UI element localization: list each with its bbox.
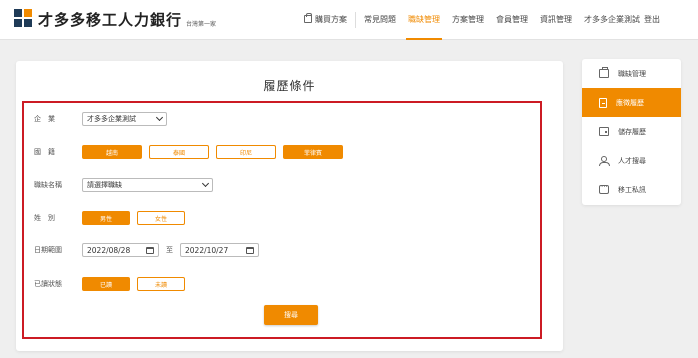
brand-tagline: 台灣第一家: [186, 21, 217, 28]
nav-divider: [355, 12, 356, 28]
nationality-row: 國 籍 越南 泰國 印尼 菲律賓: [34, 145, 343, 159]
company-row: 企 業 才多多企業測試: [34, 112, 167, 126]
side-item-label: 應徵履歷: [616, 98, 644, 107]
read-status-option-unread[interactable]: 未讀: [137, 277, 185, 291]
side-item-applications[interactable]: 應徵履歷: [582, 88, 681, 117]
job-placeholder: 請選擇職缺: [87, 181, 122, 189]
nationality-option-thailand[interactable]: 泰國: [149, 145, 209, 159]
nationality-option-vietnam[interactable]: 越南: [82, 145, 142, 159]
company-label: 企 業: [34, 115, 55, 123]
side-item-label: 人才搜尋: [618, 156, 646, 165]
search-button[interactable]: 搜尋: [264, 305, 318, 325]
page-title: 履歷條件: [263, 79, 316, 93]
side-item-talent-search[interactable]: 人才搜尋: [582, 146, 681, 175]
brand-name[interactable]: 才多多移工人力銀行: [38, 9, 182, 30]
company-select[interactable]: 才多多企業測試: [82, 112, 167, 126]
nav-job-management[interactable]: 職缺管理: [402, 0, 446, 40]
nav-buy-plan[interactable]: 購買方案: [298, 0, 353, 40]
date-range-label: 日期範圍: [34, 246, 62, 254]
side-item-label: 職缺管理: [618, 69, 646, 78]
start-date-value: 2022/08/28: [87, 245, 131, 255]
gender-option-female[interactable]: 女性: [137, 211, 185, 225]
side-menu: 職缺管理 應徵履歷 儲存履歷 人才搜尋 移工私訊: [582, 59, 681, 205]
resume-filter-card: 履歷條件 企 業 才多多企業測試 國 籍 越南 泰國 印尼 菲律賓 職缺名稱 請…: [16, 61, 563, 351]
nav-account-name[interactable]: 才多多企業測試: [578, 0, 642, 40]
nationality-option-indonesia[interactable]: 印尼: [216, 145, 276, 159]
job-row: 職缺名稱 請選擇職缺: [34, 178, 213, 192]
main-nav: 購買方案 常見問題 職缺管理 方案管理 會員管理 資訊管理 才多多企業測試 登出: [298, 0, 666, 40]
nav-logout[interactable]: 登出: [642, 0, 666, 40]
read-status-row: 已讀狀態 已讀 未讀: [34, 277, 185, 291]
calendar-icon[interactable]: [246, 246, 254, 254]
wallet-icon: [599, 127, 609, 136]
job-select[interactable]: 請選擇職缺: [82, 178, 213, 192]
side-item-saved-resumes[interactable]: 儲存履歷: [582, 117, 681, 146]
shopping-bag-icon: [304, 13, 312, 23]
nav-faq[interactable]: 常見問題: [358, 0, 402, 40]
nav-plan-management[interactable]: 方案管理: [446, 0, 490, 40]
side-item-label: 移工私訊: [618, 185, 646, 194]
date-range-row: 日期範圍 2022/08/28 至 2022/10/27: [34, 243, 259, 257]
gender-label: 姓 別: [34, 214, 55, 222]
logo-icon[interactable]: [14, 9, 32, 27]
filter-form-highlight: 企 業 才多多企業測試 國 籍 越南 泰國 印尼 菲律賓 職缺名稱 請選擇職缺 …: [22, 101, 542, 339]
chevron-down-icon: [155, 113, 164, 122]
nav-member-management[interactable]: 會員管理: [490, 0, 534, 40]
job-label: 職缺名稱: [34, 181, 62, 189]
side-item-messages[interactable]: 移工私訊: [582, 175, 681, 204]
read-status-label: 已讀狀態: [34, 280, 62, 288]
gender-row: 姓 別 男性 女性: [34, 211, 185, 225]
start-date-field[interactable]: 2022/08/28: [82, 243, 159, 257]
date-range-separator: 至: [166, 246, 173, 254]
top-header: 才多多移工人力銀行 台灣第一家 購買方案 常見問題 職缺管理 方案管理 會員管理…: [0, 0, 698, 40]
briefcase-icon: [599, 67, 609, 78]
document-icon: [599, 97, 607, 108]
read-status-option-read[interactable]: 已讀: [82, 277, 130, 291]
nationality-label: 國 籍: [34, 148, 55, 156]
chevron-down-icon: [201, 179, 210, 188]
nav-info-management[interactable]: 資訊管理: [534, 0, 578, 40]
calendar-icon[interactable]: [146, 246, 154, 254]
end-date-field[interactable]: 2022/10/27: [180, 243, 259, 257]
nationality-option-philippines[interactable]: 菲律賓: [283, 145, 343, 159]
side-item-label: 儲存履歷: [618, 127, 646, 136]
end-date-value: 2022/10/27: [185, 245, 229, 255]
chat-icon: [599, 183, 609, 194]
people-search-icon: [599, 156, 610, 166]
gender-option-male[interactable]: 男性: [82, 211, 130, 225]
company-value: 才多多企業測試: [87, 115, 136, 123]
side-item-job-management[interactable]: 職缺管理: [582, 59, 681, 88]
